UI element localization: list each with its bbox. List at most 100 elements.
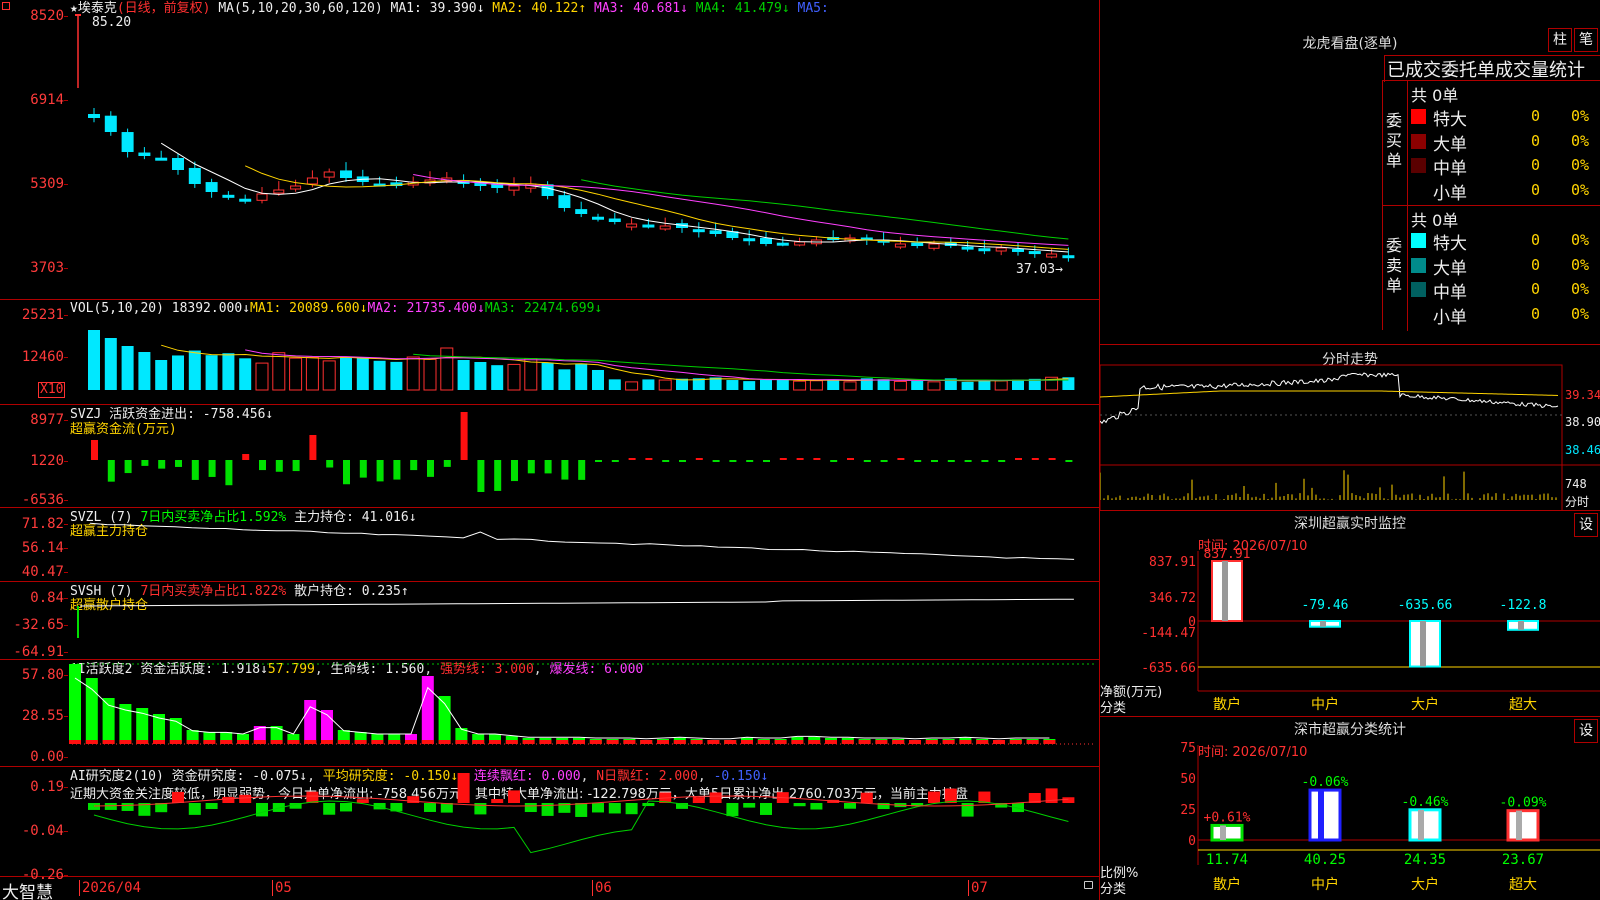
research-bar (844, 803, 856, 809)
activity-base (1009, 740, 1022, 744)
classify-category: 大户 (1411, 876, 1439, 893)
activity-base (1043, 740, 1056, 744)
activity-base (270, 740, 283, 744)
activity-base (573, 740, 585, 744)
volume-bar (558, 369, 571, 390)
volume-bar (575, 363, 588, 390)
sell-order-percent: 0% (1571, 280, 1590, 298)
fund-flow-bar (779, 458, 787, 460)
candle (558, 195, 571, 208)
candle (88, 114, 100, 118)
activity-base (640, 740, 653, 744)
sell-order-count: 0 (1531, 304, 1541, 323)
fund-flow-bar (645, 458, 653, 460)
research-bar (743, 803, 756, 808)
sell-color-swatch (1411, 257, 1426, 273)
activity-base (875, 740, 888, 744)
activity-base (102, 740, 115, 744)
volume-bar (776, 379, 789, 390)
classify-change: +0.61% (1204, 810, 1251, 825)
svsh-panel[interactable]: SVSH (7) 7日内买卖净占比1.822% 散户持仓: 0.235↑ 超赢散… (0, 582, 1100, 660)
fund-flow-bar (124, 460, 132, 474)
candle (205, 182, 218, 192)
volume-bar (625, 381, 639, 391)
svzl-panel[interactable]: SVZL (7) 7日内买卖净占比1.592% 主力持仓: 41.016↓ 超赢… (0, 508, 1100, 582)
retail-holding-line (79, 598, 1074, 607)
sell-order-count: 0 (1531, 255, 1541, 274)
ai-activity-panel[interactable]: AI活跃度2 资金活跃度: 1.918↓57.799, 生命线: 1.560, … (0, 660, 1100, 767)
kline-panel[interactable]: ★埃泰克(日线，前复权) MA(5,10,20,30,60,120) MA1: … (0, 0, 1100, 300)
volume-bar (373, 360, 386, 390)
fund-flow-bar (964, 460, 972, 462)
volume-bar (356, 357, 369, 390)
volume-bar (491, 365, 504, 390)
activity-base (337, 740, 350, 744)
monitor-category: 散户 (1213, 696, 1241, 713)
activity-base (1026, 740, 1039, 744)
fund-flow-bar (359, 460, 367, 478)
volume-bar (390, 361, 403, 390)
activity-base (774, 740, 787, 744)
fund-flow-bar (595, 460, 602, 462)
activity-base (287, 740, 300, 744)
volume-bar (809, 380, 823, 391)
fund-flow-bar (259, 460, 266, 471)
fund-flow-bar (746, 460, 754, 462)
research-bar (793, 803, 806, 807)
fund-flow-bar (947, 460, 955, 462)
activity-base (623, 740, 636, 744)
svzj-panel[interactable]: SVZJ 活跃资金进出: -758.456↓ 超赢资金流(万元) 8977 12… (0, 405, 1100, 508)
volume-bar (911, 380, 924, 390)
lhb-table: 委买单 委卖单 共 0单 共 0单 特大 0 0% 大单 0 0% 中单 0 0% 小单 0 0% 特大… (1382, 80, 1600, 331)
volume-panel[interactable]: VOL(5,10,20) 18392.000↓MA1: 20089.600↓MA… (0, 300, 1100, 405)
activity-base (371, 740, 384, 744)
classify-bar-shade (1220, 825, 1226, 840)
volume-bar (340, 356, 352, 390)
volume-bar (205, 355, 218, 390)
fund-flow-bar (662, 460, 670, 462)
date-label: 05 (272, 880, 292, 896)
classify-bar (1506, 809, 1540, 842)
classify-category: 超大 (1509, 877, 1537, 893)
monitor-panel[interactable]: 深圳超赢实时监控 设 时间: 2026/07/10 净额(万元) 分类 837.… (1100, 511, 1600, 717)
candle (340, 170, 352, 178)
lhb-panel: 龙虎看盘(逐单) 柱 笔 已成交委托单成交量统计 委买单 委卖单 共 0单 共 … (1100, 0, 1600, 345)
classify-axis-label: 75 (1180, 741, 1196, 756)
classify-bar (1210, 823, 1244, 842)
volume-bar (927, 381, 941, 391)
buy-order-type: 中单 (1433, 159, 1467, 179)
activity-base (707, 740, 720, 744)
candle (306, 177, 318, 185)
sell-order-count: 0 (1531, 231, 1541, 249)
research-bar (810, 803, 823, 810)
activity-base (505, 740, 518, 744)
ma1-line (160, 142, 1069, 253)
buy-side-label: 委买单 (1386, 111, 1403, 170)
intraday-panel[interactable]: 分时走势 39.34 38.90 38.46 748 分时 (1100, 345, 1600, 511)
classify-bar-shade (1516, 810, 1522, 840)
monitor-axis-label: 346.72 (1149, 591, 1196, 606)
research-bar (440, 803, 453, 813)
tick-mode-button[interactable]: 笔 (1574, 28, 1598, 52)
research-bar (928, 791, 940, 803)
fund-flow-bar (931, 460, 938, 462)
ma4-line (581, 179, 1069, 240)
activity-base (673, 740, 686, 744)
classify-panel[interactable]: 深市超赢分类统计 设 时间: 2026/07/10 比例% 分类 75 50 25 0… (1100, 717, 1600, 900)
classify-value: 23.67 (1502, 852, 1544, 868)
fund-flow-bar (107, 460, 115, 482)
research-bar (692, 797, 705, 803)
activity-base (304, 740, 317, 744)
sell-order-percent: 0% (1571, 255, 1590, 274)
bar-mode-button[interactable]: 柱 (1548, 28, 1572, 52)
classify-change: -0.46% (1402, 795, 1449, 810)
volume-bar (961, 381, 974, 390)
activity-base (539, 740, 552, 744)
candle (961, 246, 974, 250)
ai-research-panel[interactable]: AI研究度2(10) 资金研究度: -0.075↓, 平均研究度: -0.150… (0, 767, 1100, 882)
candle (776, 242, 789, 246)
activity-base (119, 740, 132, 744)
lock-icon[interactable] (1084, 881, 1093, 889)
activity-base (808, 740, 821, 744)
activity-base (942, 740, 955, 744)
